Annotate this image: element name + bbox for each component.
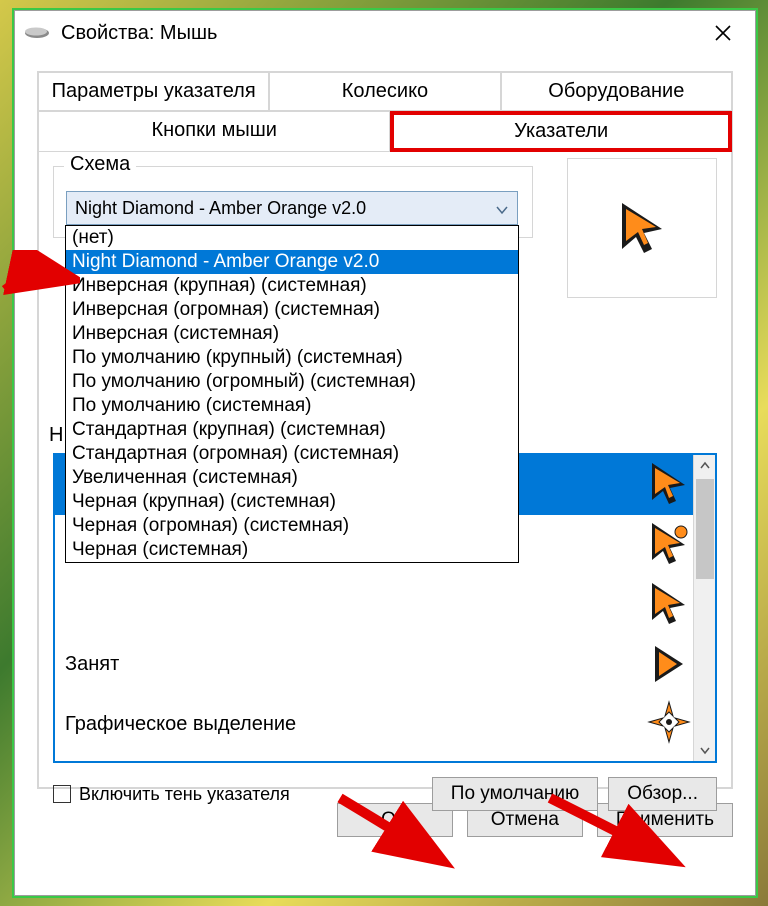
browse-button[interactable]: Обзор...: [608, 777, 717, 811]
scheme-option[interactable]: Night Diamond - Amber Orange v2.0: [66, 250, 518, 274]
chevron-up-icon: [700, 461, 710, 471]
scroll-down-button[interactable]: [694, 739, 716, 761]
scheme-option[interactable]: Увеличенная (системная): [66, 466, 518, 490]
scheme-option[interactable]: (нет): [66, 226, 518, 250]
scheme-option[interactable]: По умолчанию (крупный) (системная): [66, 346, 518, 370]
scheme-option[interactable]: По умолчанию (системная): [66, 394, 518, 418]
tabs-row-1: Параметры указателя Колесико Оборудовани…: [38, 72, 732, 111]
scheme-option[interactable]: Стандартная (крупная) (системная): [66, 418, 518, 442]
cursor-preview-icon: [616, 199, 668, 257]
shadow-checkbox-text: Включить тень указателя: [79, 784, 290, 805]
dialog-window: Свойства: Мышь Параметры указателя Колес…: [14, 10, 756, 896]
scheme-option[interactable]: По умолчанию (огромный) (системная): [66, 370, 518, 394]
close-icon: [714, 24, 732, 42]
tab-buttons[interactable]: Кнопки мыши: [38, 111, 390, 152]
shadow-checkbox[interactable]: [53, 785, 71, 803]
tabs-container: Параметры указателя Колесико Оборудовани…: [37, 71, 733, 789]
titlebar: Свойства: Мышь: [15, 11, 755, 55]
window-title: Свойства: Мышь: [61, 22, 699, 45]
mouse-icon: [23, 25, 51, 41]
scheme-dropdown[interactable]: (нет) Night Diamond - Amber Orange v2.0 …: [65, 225, 519, 563]
close-button[interactable]: [699, 13, 747, 53]
tab-content: Схема Night Diamond - Amber Orange v2.0 …: [38, 152, 732, 788]
scheme-option[interactable]: Инверсная (системная): [66, 322, 518, 346]
cursor-row-preview: [647, 460, 697, 510]
below-list-row: Включить тень указателя По умолчанию Обз…: [53, 777, 717, 811]
defaults-button[interactable]: По умолчанию: [432, 777, 599, 811]
cursor-row-preview: [647, 520, 697, 570]
cursor-list-row[interactable]: Занят: [55, 635, 715, 695]
scheme-legend: Схема: [64, 153, 136, 176]
tab-wheel[interactable]: Колесико: [269, 72, 500, 111]
scheme-selected: Night Diamond - Amber Orange v2.0: [75, 198, 366, 219]
fieldset-scheme: Схема Night Diamond - Amber Orange v2.0 …: [53, 166, 533, 238]
list-scrollbar[interactable]: [693, 455, 715, 761]
scheme-option[interactable]: Черная (системная): [66, 538, 518, 562]
scheme-option[interactable]: Инверсная (крупная) (системная): [66, 274, 518, 298]
cursor-row-label: Графическое выделение: [65, 713, 647, 736]
cursor-row-label: Занят: [65, 653, 647, 676]
dialog-body: Параметры указателя Колесико Оборудовани…: [15, 55, 755, 803]
cursor-row-preview: [647, 640, 697, 690]
scheme-option[interactable]: Инверсная (огромная) (системная): [66, 298, 518, 322]
scroll-thumb[interactable]: [696, 479, 714, 579]
chevron-down-icon: [700, 745, 710, 755]
tab-pointer-options[interactable]: Параметры указателя: [38, 72, 269, 111]
cursor-list-row[interactable]: Графическое выделение: [55, 695, 715, 755]
chevron-down-icon: [495, 201, 509, 222]
cursor-list-row[interactable]: [55, 575, 715, 635]
tabs-row-2: Кнопки мыши Указатели: [38, 111, 732, 152]
scheme-option[interactable]: Черная (крупная) (системная): [66, 490, 518, 514]
cursor-preview: [567, 158, 717, 298]
shadow-checkbox-label[interactable]: Включить тень указателя: [53, 784, 290, 805]
scroll-up-button[interactable]: [694, 455, 716, 477]
scheme-option[interactable]: Черная (огромная) (системная): [66, 514, 518, 538]
tab-pointers[interactable]: Указатели: [390, 111, 732, 152]
cursor-row-preview: [647, 580, 697, 630]
cursor-row-preview: [647, 700, 697, 750]
customize-label-partial: Н: [49, 424, 63, 446]
scheme-combobox[interactable]: Night Diamond - Amber Orange v2.0: [66, 191, 518, 225]
tab-hardware[interactable]: Оборудование: [501, 72, 732, 111]
scheme-option[interactable]: Стандартная (огромная) (системная): [66, 442, 518, 466]
